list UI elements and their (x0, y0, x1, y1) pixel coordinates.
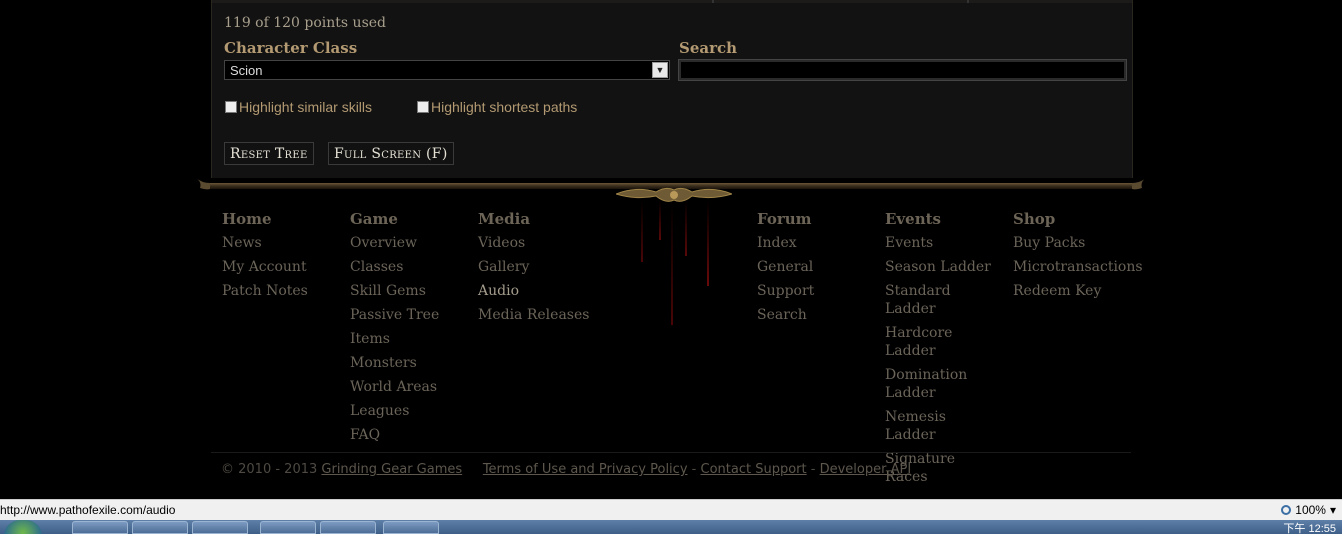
footer-col-game: Game Overview Classes Skill Gems Passive… (350, 210, 439, 450)
reset-tree-button[interactable]: Reset Tree (224, 142, 314, 165)
footer-link[interactable]: Nemesis Ladder (885, 408, 1000, 444)
terms-link[interactable]: Terms of Use and Privacy Policy (483, 462, 688, 477)
separator: - (691, 462, 697, 477)
footer-heading: Media (478, 210, 531, 228)
taskbar-app-ie[interactable] (72, 521, 128, 534)
footer-divider (211, 452, 1131, 453)
footer-link[interactable]: General (757, 258, 814, 276)
highlight-similar-label[interactable]: Highlight similar skills (239, 99, 372, 115)
footer-col-home: Home News My Account Patch Notes (222, 210, 308, 306)
panel-top-border (212, 0, 1132, 3)
zoom-control[interactable]: 100% ▾ (1281, 503, 1336, 517)
footer-heading: Forum (757, 210, 812, 228)
footer-link[interactable]: Season Ladder (885, 258, 1000, 276)
footer-heading: Shop (1013, 210, 1056, 228)
footer-link[interactable]: Events (885, 234, 1000, 252)
taskbar-app-game[interactable] (383, 521, 439, 534)
footer-link[interactable]: Microtransactions (1013, 258, 1143, 276)
footer-link[interactable]: Support (757, 282, 814, 300)
character-class-label: Character Class (224, 39, 358, 57)
footer-link[interactable]: News (222, 234, 308, 252)
taskbar-app-skype[interactable] (260, 521, 316, 534)
taskbar-clock[interactable]: 下午 12:55 (1283, 520, 1336, 534)
footer-link[interactable]: Skill Gems (350, 282, 439, 300)
footer-heading: Game (350, 210, 398, 228)
taskbar-app-explorer[interactable] (132, 521, 188, 534)
footer-heading: Home (222, 210, 272, 228)
windows-taskbar: 下午 12:55 (0, 520, 1342, 534)
highlight-paths-checkbox[interactable] (417, 101, 429, 113)
taskbar-app-tool[interactable] (320, 521, 376, 534)
footer-link[interactable]: Media Releases (478, 306, 589, 324)
footer-col-events: Events Events Season Ladder Standard Lad… (885, 210, 1000, 492)
start-button[interactable] (4, 520, 42, 534)
footer-link[interactable]: Classes (350, 258, 439, 276)
footer-col-shop: Shop Buy Packs Microtransactions Redeem … (1013, 210, 1143, 306)
footer-link[interactable]: Monsters (350, 354, 439, 372)
footer-link[interactable]: Items (350, 330, 439, 348)
taskbar-app-media[interactable] (192, 521, 248, 534)
highlight-similar-option[interactable]: Highlight similar skills (225, 99, 372, 115)
footer-link[interactable]: World Areas (350, 378, 439, 396)
developer-api-link[interactable]: Developer API (820, 462, 912, 477)
chevron-down-icon[interactable]: ▼ (652, 62, 668, 78)
search-input[interactable] (678, 59, 1127, 81)
footer-link[interactable]: Domination Ladder (885, 366, 967, 402)
highlight-paths-label[interactable]: Highlight shortest paths (431, 99, 577, 115)
points-used: 119 of 120 points used (224, 15, 386, 31)
footer-link[interactable]: Index (757, 234, 814, 252)
footer-link[interactable]: Redeem Key (1013, 282, 1143, 300)
footer-link[interactable]: Hardcore Ladder (885, 324, 1000, 360)
search-label: Search (679, 39, 738, 57)
footer-link[interactable]: FAQ (350, 426, 439, 444)
browser-status-bar: http://www.pathofexile.com/audio 100% ▾ (0, 499, 1342, 520)
footer-link[interactable]: My Account (222, 258, 308, 276)
highlight-similar-checkbox[interactable] (225, 101, 237, 113)
zoom-level: 100% (1295, 503, 1326, 517)
fullscreen-button[interactable]: Full Screen (F) (328, 142, 454, 165)
footer-col-forum: Forum Index General Support Search (757, 210, 814, 330)
copyright-line: © 2010 - 2013 Grinding Gear Games Terms … (221, 462, 911, 477)
company-link[interactable]: Grinding Gear Games (321, 462, 462, 477)
status-url: http://www.pathofexile.com/audio (0, 503, 176, 517)
copyright-text: © 2010 - 2013 (221, 462, 318, 477)
footer-link[interactable]: Standard Ladder (885, 282, 1000, 318)
footer-link[interactable]: Overview (350, 234, 439, 252)
highlight-paths-option[interactable]: Highlight shortest paths (417, 99, 577, 115)
footer-link[interactable]: Passive Tree (350, 306, 439, 324)
passive-tree-controls: 119 of 120 points used Character Class S… (211, 0, 1133, 178)
footer-heading: Events (885, 210, 941, 228)
footer-link[interactable]: Buy Packs (1013, 234, 1143, 252)
blood-drip-decoration (641, 200, 709, 325)
footer-link[interactable]: Search (757, 306, 814, 324)
footer-link[interactable]: Leagues (350, 402, 439, 420)
chevron-down-icon[interactable]: ▾ (1330, 503, 1336, 517)
separator: - (810, 462, 816, 477)
footer-link[interactable]: Patch Notes (222, 282, 308, 300)
footer-link[interactable]: Gallery (478, 258, 589, 276)
zoom-icon (1281, 505, 1292, 515)
footer-link[interactable]: Videos (478, 234, 589, 252)
footer-col-media: Media Videos Gallery Audio Media Release… (478, 210, 589, 330)
character-class-select[interactable]: Scion ▼ (224, 60, 670, 80)
contact-support-link[interactable]: Contact Support (701, 462, 807, 477)
character-class-value: Scion (230, 63, 263, 78)
footer-link-active[interactable]: Audio (478, 282, 589, 300)
